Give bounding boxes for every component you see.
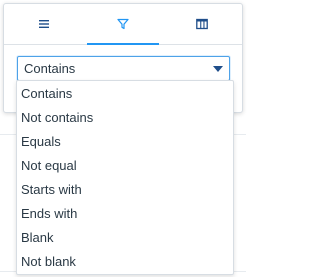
tab-filter[interactable] xyxy=(83,4,162,45)
tab-general-menu[interactable] xyxy=(4,4,83,44)
filter-type-dropdown-list: Contains Not contains Equals Not equal S… xyxy=(16,80,234,275)
filter-funnel-icon xyxy=(117,18,129,30)
filter-popup-screen: Contains Contains Not contains Equals No… xyxy=(0,0,246,277)
option-equals[interactable]: Equals xyxy=(17,130,233,154)
option-not-equal[interactable]: Not equal xyxy=(17,154,233,178)
tab-columns[interactable] xyxy=(163,4,242,44)
hamburger-menu-icon xyxy=(38,20,49,28)
chevron-down-icon xyxy=(213,66,223,72)
filter-type-selected-value: Contains xyxy=(24,61,76,76)
option-contains[interactable]: Contains xyxy=(17,82,233,106)
option-not-contains[interactable]: Not contains xyxy=(17,106,233,130)
option-starts-with[interactable]: Starts with xyxy=(17,178,233,202)
columns-grid-icon xyxy=(196,18,209,30)
option-blank[interactable]: Blank xyxy=(17,226,233,250)
column-menu-tabs xyxy=(4,4,242,45)
option-ends-with[interactable]: Ends with xyxy=(17,202,233,226)
filter-type-select[interactable]: Contains xyxy=(17,56,230,81)
option-not-blank[interactable]: Not blank xyxy=(17,250,233,274)
